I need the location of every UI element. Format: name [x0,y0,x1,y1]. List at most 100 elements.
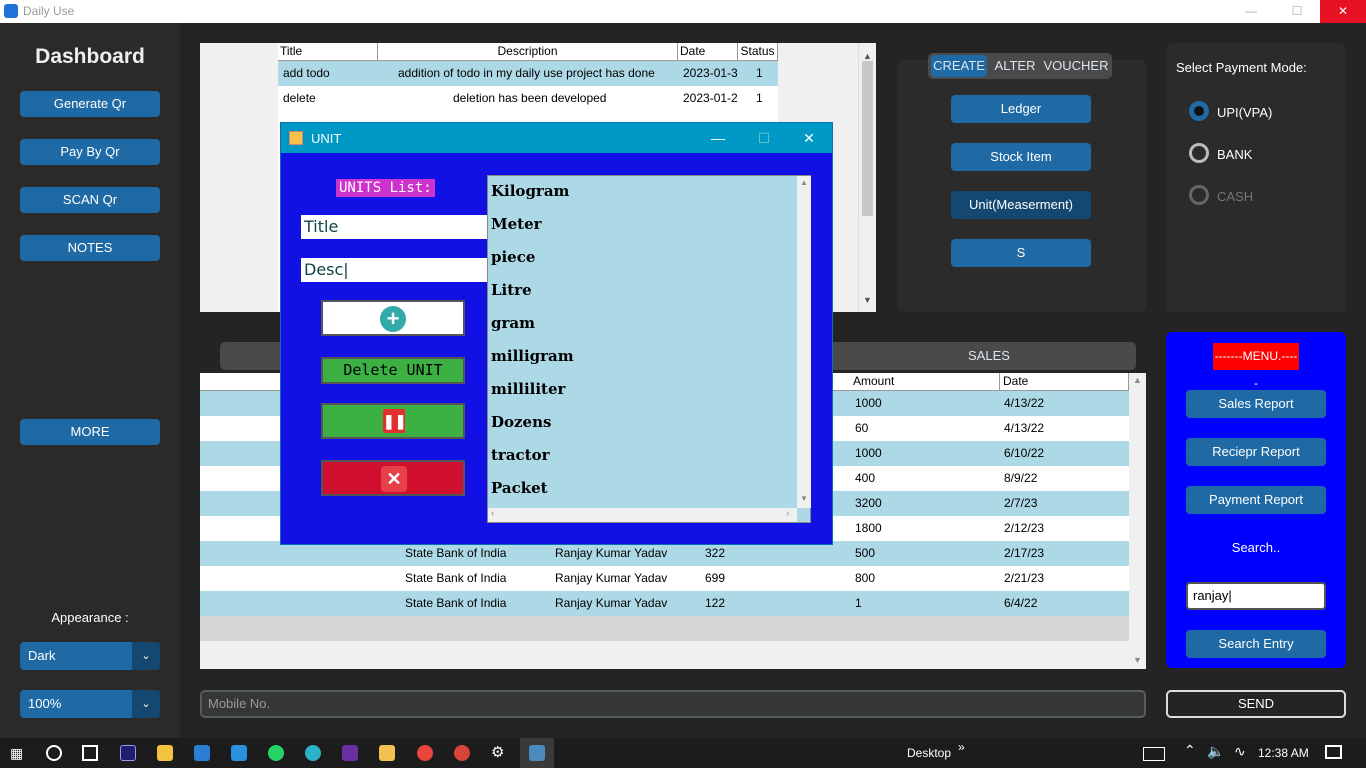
wifi-icon[interactable]: ∿ [1234,743,1246,760]
pay-by-qr-button[interactable]: Pay By Qr [20,139,160,165]
zoom-select[interactable]: 100% ⌄ [20,690,160,718]
maximize-button[interactable]: ☐ [1274,0,1320,23]
dialog-maximize-button[interactable]: ☐ [741,123,787,153]
col-header-title[interactable]: Title [278,43,378,61]
col-header-description[interactable]: Description [378,43,678,61]
radio-bank[interactable] [1189,143,1209,163]
trash-button[interactable]: ❚❚ [321,403,465,439]
python-app-tab[interactable] [520,738,554,768]
tab-voucher[interactable]: VOUCHER [1042,55,1110,77]
search-entry-button[interactable]: Search Entry [1186,630,1326,658]
delete-unit-button[interactable]: Delete UNIT [321,357,465,384]
unit-desc-input[interactable]: Desc| [301,258,487,282]
windows-start-icon[interactable]: ▦ [10,745,26,761]
list-item[interactable]: Kilogram [491,182,569,200]
edge-icon[interactable] [305,745,321,761]
payment-report-button[interactable]: Payment Report [1186,486,1326,514]
store-icon[interactable] [157,745,173,761]
units-hscrollbar[interactable]: ‹ › [488,508,797,522]
list-item[interactable]: milligram [491,347,574,365]
file-explorer-icon[interactable] [379,745,395,761]
table-row[interactable]: State Bank of India Ranjay Kumar Yadav 699… [200,566,1129,591]
scan-qr-button[interactable]: SCAN Qr [20,187,160,213]
dialog-close-button[interactable]: ✕ [786,123,832,153]
settings-gear-icon[interactable]: ⚙ [491,745,507,761]
tab-create[interactable]: CREATE [931,55,987,77]
theme-value: Dark [28,648,56,663]
vscode-icon[interactable] [231,745,247,761]
chevron-up-icon[interactable]: ⌃ [1184,742,1196,759]
premiere-icon[interactable] [120,745,136,761]
dialog-title: UNIT [311,131,342,146]
list-item[interactable]: tractor [491,446,550,464]
dialog-app-icon [289,131,303,145]
clock-time[interactable]: 12:38 AM [1258,746,1309,760]
cell: addition of todo in my daily use project… [398,66,655,80]
chevron-right-icon[interactable]: » [958,740,965,754]
col-header-amount[interactable]: Amount [850,373,1000,391]
tab-alter[interactable]: ALTER [988,55,1042,77]
ledger-scrollbar[interactable]: ▲ ▼ [1129,373,1146,669]
table-row[interactable]: delete deletion has been developed 2023-… [278,86,778,111]
list-item[interactable]: gram [491,314,535,332]
media-icon[interactable] [342,745,358,761]
search-icon[interactable] [46,745,62,761]
list-item[interactable]: Litre [491,281,532,299]
list-item[interactable]: Dozens [491,413,551,431]
more-button[interactable]: MORE [20,419,160,445]
units-listbox[interactable]: Kilogram Meter piece Litre gram milligram mill… [487,175,811,523]
cell: 2023-01-2 [683,91,738,105]
chrome-icon[interactable] [417,745,433,761]
minimize-button[interactable]: — [1228,0,1274,23]
table-row[interactable]: add todo addition of todo in my daily us… [278,61,778,86]
radio-cash-label[interactable]: CASH [1217,189,1253,204]
radio-upi[interactable] [1189,101,1209,121]
list-item[interactable]: milliliter [491,380,565,398]
notifications-icon[interactable] [1325,745,1342,759]
tab-sales[interactable]: SALES [968,348,1010,363]
stock-item-button[interactable]: Stock Item [951,143,1091,171]
cancel-button[interactable]: ✕ [321,460,465,496]
cell-amount: 1000 [855,446,882,460]
ledger-button[interactable]: Ledger [951,95,1091,123]
col-header-date[interactable]: Date [1000,373,1129,391]
app-icon [4,4,18,18]
cell-date: 2/17/23 [1004,546,1045,560]
whatsapp-icon[interactable] [268,745,284,761]
mail-icon[interactable] [194,745,210,761]
search-input[interactable]: ranjay| [1186,582,1326,610]
chrome-profile-icon[interactable] [454,745,470,761]
send-button[interactable]: SEND [1166,690,1346,718]
mobile-input[interactable]: Mobile No. [200,690,1146,718]
s-button[interactable]: S [951,239,1091,267]
dialog-minimize-button[interactable]: — [695,123,741,153]
cell: 2023-01-3 [683,66,738,80]
notes-button[interactable]: NOTES [20,235,160,261]
sales-report-button[interactable]: Sales Report [1186,390,1326,418]
list-item[interactable]: piece [491,248,535,266]
chevron-down-icon[interactable]: ⌄ [132,642,160,670]
task-view-icon[interactable] [82,745,98,761]
theme-select[interactable]: Dark ⌄ [20,642,160,670]
close-button[interactable]: ✕ [1320,0,1366,23]
todo-scrollbar[interactable]: ▲ ▼ [858,43,876,312]
volume-icon[interactable]: 🔈 [1207,743,1224,760]
radio-cash[interactable] [1189,185,1209,205]
chevron-down-icon[interactable]: ⌄ [132,690,160,718]
radio-bank-label[interactable]: BANK [1217,147,1252,162]
unit-measurement-button[interactable]: Unit(Measerment) [951,191,1091,219]
radio-upi-label[interactable]: UPI(VPA) [1217,105,1272,120]
generate-qr-button[interactable]: Generate Qr [20,91,160,117]
table-row[interactable]: State Bank of India Ranjay Kumar Yadav 122… [200,591,1129,616]
units-vscrollbar[interactable]: ▲ ▼ [797,176,811,508]
desktop-label[interactable]: Desktop [907,746,951,760]
add-unit-button[interactable]: + [321,300,465,336]
keyboard-icon[interactable] [1143,747,1165,761]
unit-title-input[interactable]: Title [301,215,487,239]
col-header-status[interactable]: Status [738,43,778,61]
trash-icon: ❚❚ [383,409,406,433]
list-item[interactable]: Meter [491,215,542,233]
col-header-date[interactable]: Date [678,43,738,61]
list-item[interactable]: Packet [491,479,548,497]
receipt-report-button[interactable]: Reciepr Report [1186,438,1326,466]
